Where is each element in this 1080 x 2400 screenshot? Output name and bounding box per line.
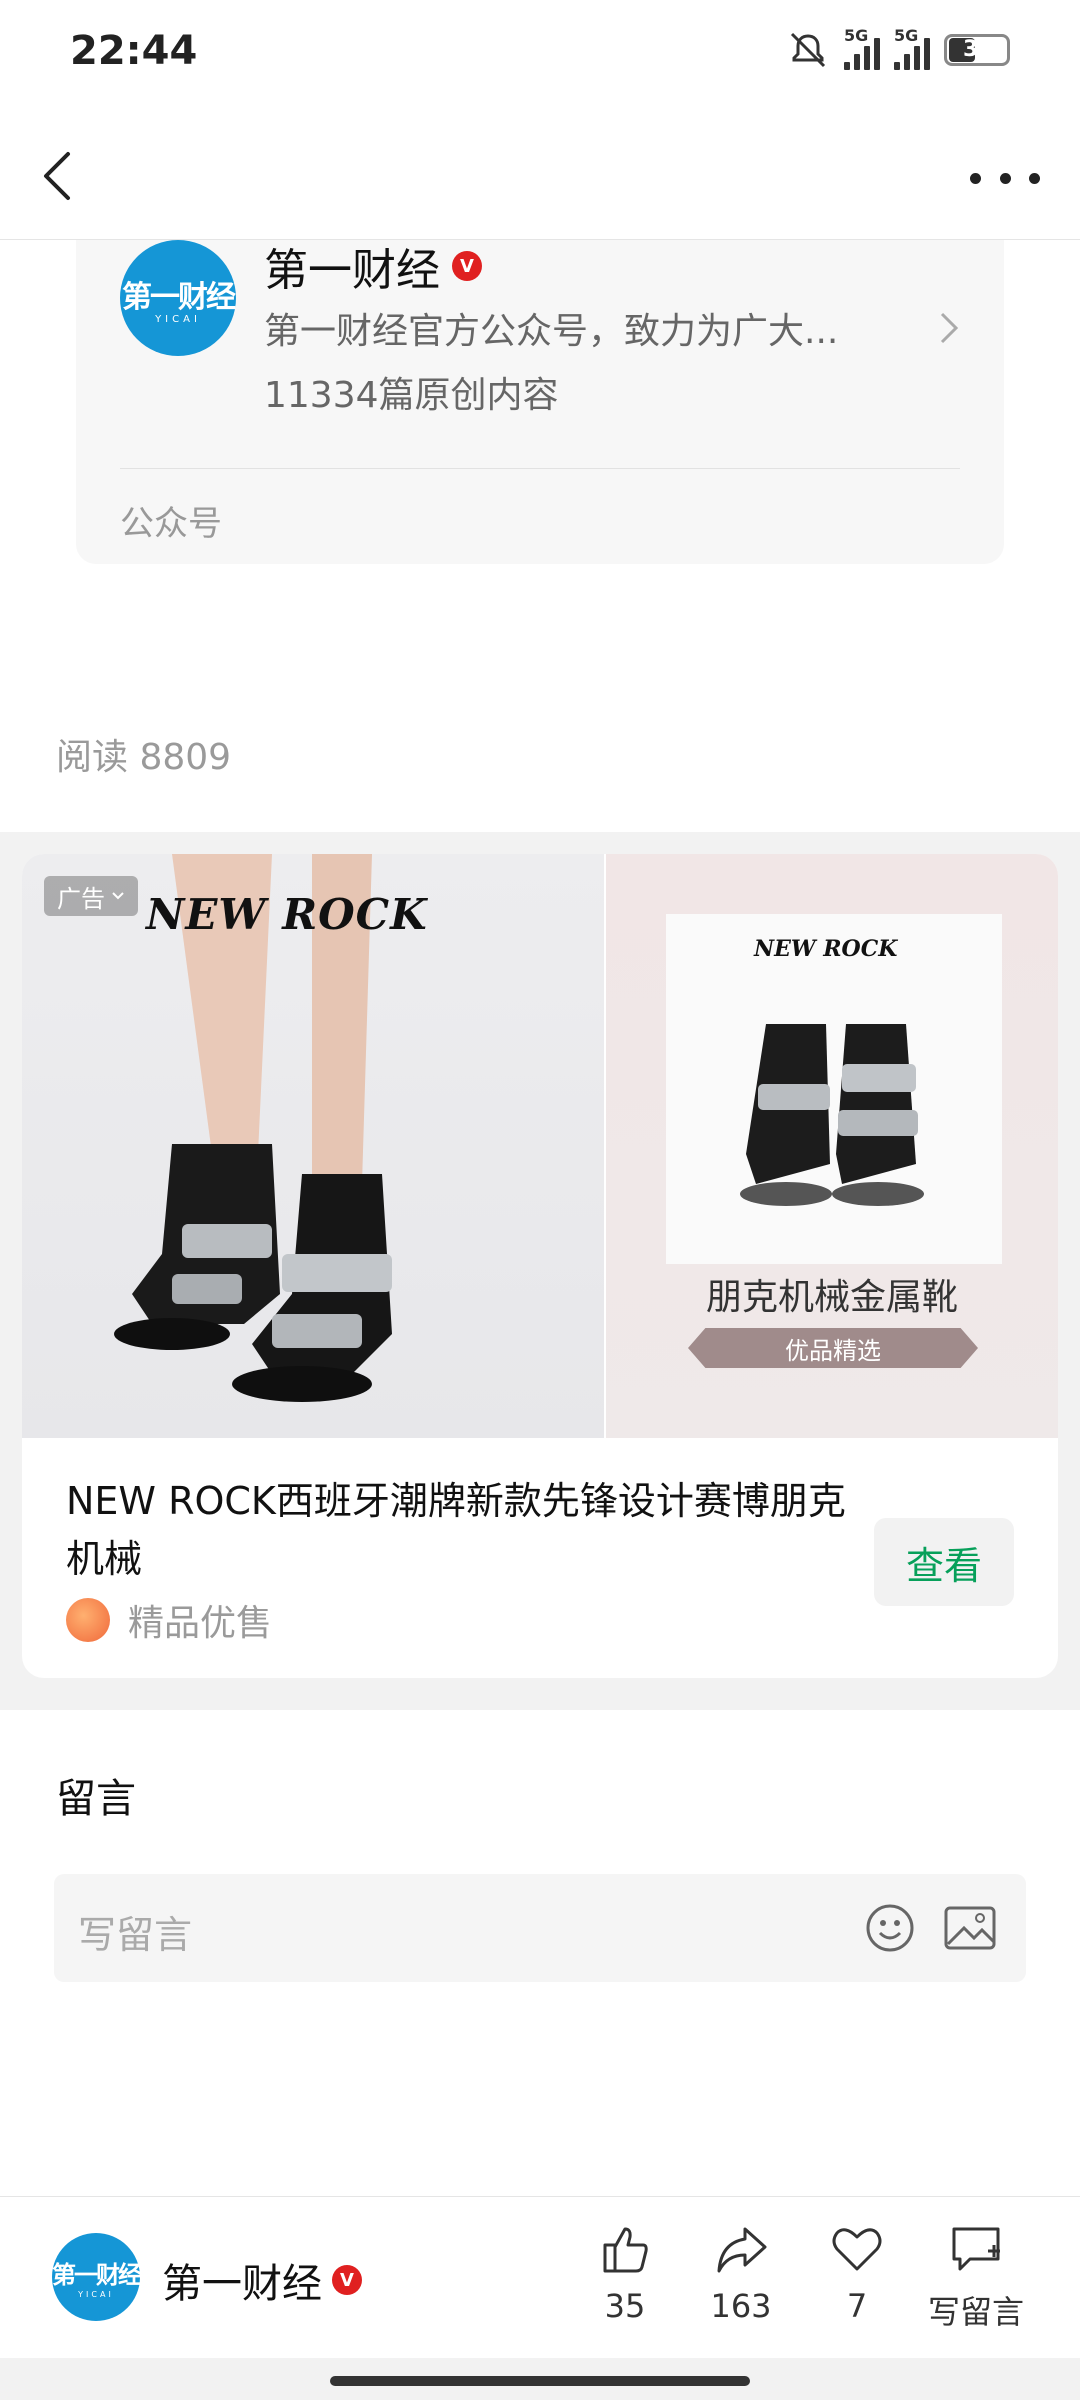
share-icon — [717, 2227, 767, 2273]
signal-icon-1: 5G — [844, 26, 880, 70]
product-title: 朋克机械金属靴 — [705, 1277, 958, 1318]
signal-icon-2: 5G — [894, 26, 930, 70]
ad-title[interactable]: NEW ROCK西班牙潮牌新款先锋设计赛博朋克机械 — [66, 1472, 846, 1588]
product-box — [666, 914, 1002, 1264]
account-description: 第一财经官方公众号，致力为广大... — [264, 311, 839, 352]
ad-source: 精品优售 — [66, 1594, 272, 1646]
heart-icon — [832, 2228, 882, 2271]
top-nav — [0, 110, 1080, 240]
comment-placeholder: 写留言 — [78, 1913, 193, 1957]
back-button[interactable] — [30, 146, 90, 206]
store-icon — [66, 1598, 110, 1642]
home-indicator — [0, 2358, 1080, 2400]
account-avatar[interactable]: 第一财经 YICAI — [52, 2233, 142, 2321]
ad-section: 广告 NEW ROCK NEW ROCK 朋克机械金属靴 优品精选 NEW RO… — [0, 832, 1080, 1710]
brand-logo-small: NEW ROCK — [754, 936, 898, 962]
bottom-bar: 第一财经 YICAI 第一财经 V 35 163 7 写留言 — [0, 2196, 1080, 2358]
verified-badge: V — [332, 2265, 362, 2295]
ad-tag[interactable]: 广告 — [44, 876, 138, 916]
verified-badge: V — [452, 251, 482, 281]
emoji-icon[interactable] — [864, 1902, 916, 1954]
article-count: 11334篇原创内容 — [264, 375, 559, 416]
ad-image-main[interactable]: 广告 NEW ROCK — [22, 854, 604, 1438]
share-button[interactable]: 163 — [686, 2221, 796, 2325]
product-boots-illustration — [740, 1024, 924, 1206]
account-logo: 第一财经 YICAI — [120, 240, 236, 356]
status-time: 22:44 — [70, 28, 198, 74]
status-bar: 22:44 5G 5G 31 — [0, 0, 1080, 110]
account-type: 公众号 — [120, 504, 222, 544]
thumbs-up-icon — [603, 2227, 648, 2273]
bottom-account-name[interactable]: 第一财经 V — [162, 2251, 362, 2309]
read-count: 阅读 8809 — [56, 737, 232, 778]
brand-logo: NEW ROCK — [146, 890, 428, 939]
ad-image-product[interactable]: NEW ROCK 朋克机械金属靴 优品精选 — [606, 854, 1058, 1438]
home-indicator-bar[interactable] — [330, 2376, 750, 2386]
comment-icon — [952, 2227, 1000, 2271]
favorite-button[interactable]: 7 — [802, 2221, 912, 2325]
chevron-down-icon — [112, 892, 124, 900]
more-button[interactable] — [970, 158, 1040, 198]
view-button[interactable]: 查看 — [874, 1518, 1014, 1606]
boots-illustration — [114, 854, 392, 1402]
write-comment-button[interactable]: 写留言 — [920, 2221, 1032, 2333]
image-icon[interactable] — [944, 1906, 996, 1950]
chevron-right-icon — [940, 312, 959, 344]
account-name: 第一财经 V — [264, 234, 482, 298]
status-icons: 5G 5G 31 — [786, 26, 1010, 70]
product-ribbon: 优品精选 — [688, 1328, 978, 1368]
divider — [120, 468, 960, 469]
mute-icon — [790, 32, 826, 68]
ad-card[interactable]: 广告 NEW ROCK NEW ROCK 朋克机械金属靴 优品精选 NEW RO… — [22, 854, 1058, 1678]
battery-icon: 31 — [944, 34, 1010, 66]
account-card[interactable]: 第一财经 YICAI 第一财经 V 第一财经官方公众号，致力为广大... 113… — [76, 240, 1004, 564]
back-icon — [44, 152, 70, 200]
comments-title: 留言 — [56, 1776, 136, 1822]
more-icon — [970, 172, 981, 184]
like-button[interactable]: 35 — [570, 2221, 680, 2325]
comment-input[interactable]: 写留言 — [54, 1874, 1026, 1982]
